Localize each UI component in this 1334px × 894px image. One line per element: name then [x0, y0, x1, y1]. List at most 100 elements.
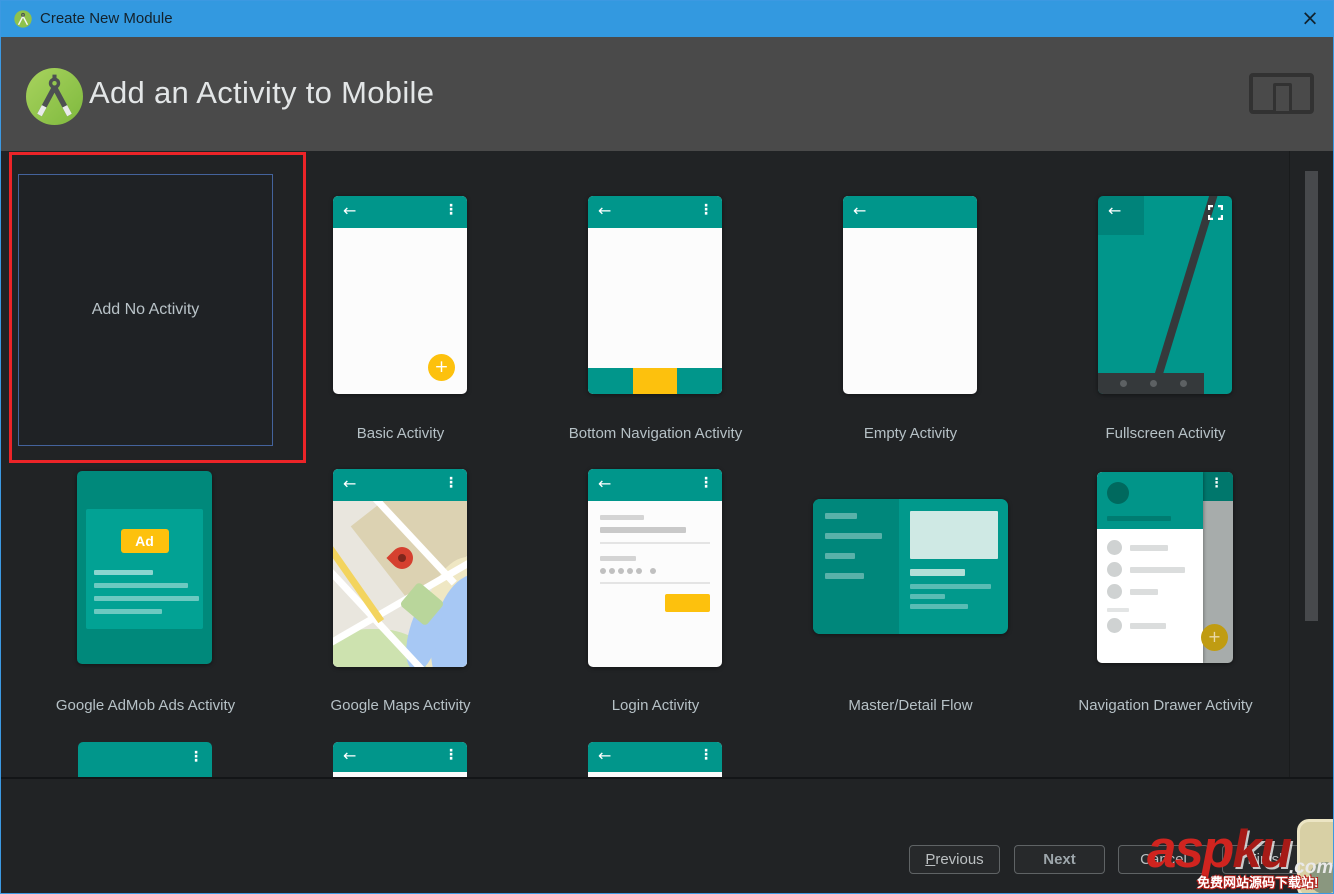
placeholder-line: [825, 513, 857, 519]
activity-label: Google AdMob Ads Activity: [55, 697, 236, 714]
previous-button[interactable]: Previous: [909, 845, 1000, 874]
bottom-nav-bar: [588, 368, 722, 394]
overflow-menu-icon: ⋮: [699, 202, 713, 218]
map-graphic: [333, 501, 467, 667]
field-label: [600, 515, 644, 520]
overflow-menu-icon: ⋮: [189, 749, 203, 765]
field-underline: [600, 582, 710, 584]
diagonal-stripe: [1145, 196, 1221, 394]
create-new-module-dialog: Create New Module × Add an Activity to M…: [0, 0, 1334, 894]
fab-button: +: [428, 354, 455, 381]
drawer-header: [1097, 472, 1203, 529]
overflow-menu-icon: ⋮: [444, 202, 458, 218]
drawer-divider: [1107, 608, 1129, 612]
placeholder-line: [94, 583, 188, 588]
image-placeholder: [910, 511, 998, 559]
activity-thumb-admob[interactable]: Ad: [77, 471, 212, 664]
fullscreen-icon: [1208, 205, 1223, 220]
activity-thumb-empty[interactable]: ←: [843, 196, 977, 394]
placeholder-line: [94, 609, 162, 614]
activity-label: Navigation Drawer Activity: [1078, 697, 1253, 714]
phone-appbar: ← ⋮: [333, 742, 467, 772]
finish-button[interactable]: Finish: [1222, 845, 1313, 874]
placeholder-line: [1107, 516, 1171, 521]
activity-gallery: Add No Activity ← ⋮ + Basic Activity ← ⋮…: [1, 151, 1333, 779]
activity-label: Fullscreen Activity: [1105, 425, 1226, 442]
phone-appbar: ← ⋮: [588, 196, 722, 228]
android-navbar: [1098, 373, 1204, 394]
activity-thumb-partial-3[interactable]: ← ⋮: [588, 742, 722, 777]
page-title: Add an Activity to Mobile: [89, 75, 435, 110]
activity-thumb-navigation-drawer[interactable]: ⋮ +: [1097, 472, 1233, 663]
placeholder-line: [825, 573, 864, 579]
activity-thumb-basic[interactable]: ← ⋮ +: [333, 196, 467, 394]
activity-label: Bottom Navigation Activity: [568, 425, 743, 442]
login-submit-placeholder: [665, 594, 710, 612]
placeholder-line: [910, 604, 969, 609]
activity-thumb-partial-2[interactable]: ← ⋮: [333, 742, 467, 777]
back-arrow-icon: ←: [343, 201, 357, 220]
phone-appbar: ← ⋮: [333, 196, 467, 228]
add-no-activity-label: Add No Activity: [91, 301, 200, 318]
titlebar: Create New Module ×: [1, 1, 1333, 37]
placeholder-line: [825, 533, 882, 539]
overflow-menu-icon: ⋮: [444, 475, 458, 491]
activity-thumb-add-no-activity[interactable]: Add No Activity: [18, 174, 273, 446]
wizard-footer: Previous Next Cancel Finish: [1, 781, 1333, 893]
back-arrow-icon: ←: [853, 201, 867, 220]
overflow-menu-icon: ⋮: [699, 475, 713, 491]
activity-label: Login Activity: [611, 697, 700, 714]
activity-label: Google Maps Activity: [330, 697, 471, 714]
placeholder-line: [94, 570, 153, 575]
back-arrow-icon: ←: [343, 746, 357, 765]
activity-thumb-master-detail[interactable]: [813, 499, 1008, 634]
plus-icon: +: [1207, 627, 1222, 646]
overflow-menu-icon: ⋮: [699, 747, 713, 763]
back-arrow-icon: ←: [1108, 201, 1122, 220]
dimmed-fab-button: +: [1201, 624, 1228, 651]
plus-icon: +: [434, 357, 449, 377]
activity-label: Empty Activity: [863, 425, 958, 442]
phone-appbar: ← ⋮: [588, 742, 722, 772]
back-arrow-icon: ←: [343, 474, 357, 493]
android-studio-logo: [26, 68, 83, 125]
back-arrow-icon: ←: [598, 201, 612, 220]
device-toggle-icon[interactable]: [1249, 73, 1314, 114]
back-arrow-icon: ←: [598, 474, 612, 493]
activity-thumb-bottom-navigation[interactable]: ← ⋮: [588, 196, 722, 394]
field-label: [600, 556, 637, 561]
drawer-panel: [1097, 472, 1203, 663]
scrollbar-thumb[interactable]: [1305, 171, 1318, 621]
window-title: Create New Module: [40, 10, 173, 27]
placeholder-line: [910, 569, 965, 576]
login-form: [600, 501, 710, 612]
avatar: [1107, 482, 1129, 504]
activity-thumb-login[interactable]: ← ⋮: [588, 469, 722, 667]
ad-badge: Ad: [120, 529, 169, 553]
overflow-menu-icon: ⋮: [1210, 476, 1223, 491]
field-value: [600, 527, 686, 533]
placeholder-line: [94, 596, 200, 601]
placeholder-line: [910, 594, 946, 599]
cancel-button[interactable]: Cancel: [1118, 845, 1209, 874]
wizard-header: Add an Activity to Mobile: [1, 37, 1333, 151]
scroll-divider: [1289, 151, 1290, 777]
dimmed-appbar: ⋮: [1202, 472, 1233, 501]
phone-appbar: ← ⋮: [588, 469, 722, 501]
detail-panel: [910, 511, 998, 609]
activity-thumb-partial-1[interactable]: ⋮: [78, 742, 212, 777]
android-studio-icon: [14, 10, 32, 28]
next-button[interactable]: Next: [1014, 845, 1105, 874]
phone-appbar: ← ⋮: [333, 469, 467, 501]
master-list-panel: [813, 499, 899, 634]
activity-label: Master/Detail Flow: [848, 697, 973, 714]
overflow-menu-icon: ⋮: [444, 747, 458, 763]
close-icon[interactable]: ×: [1297, 4, 1323, 32]
placeholder-line: [910, 584, 991, 589]
phone-in-tablet-icon: [1273, 83, 1292, 114]
activity-label: Basic Activity: [356, 425, 445, 442]
activity-thumb-google-maps[interactable]: ← ⋮: [333, 469, 467, 667]
ad-panel: Ad: [86, 509, 203, 629]
activity-thumb-fullscreen[interactable]: ←: [1098, 196, 1232, 394]
password-dots: [600, 568, 710, 574]
